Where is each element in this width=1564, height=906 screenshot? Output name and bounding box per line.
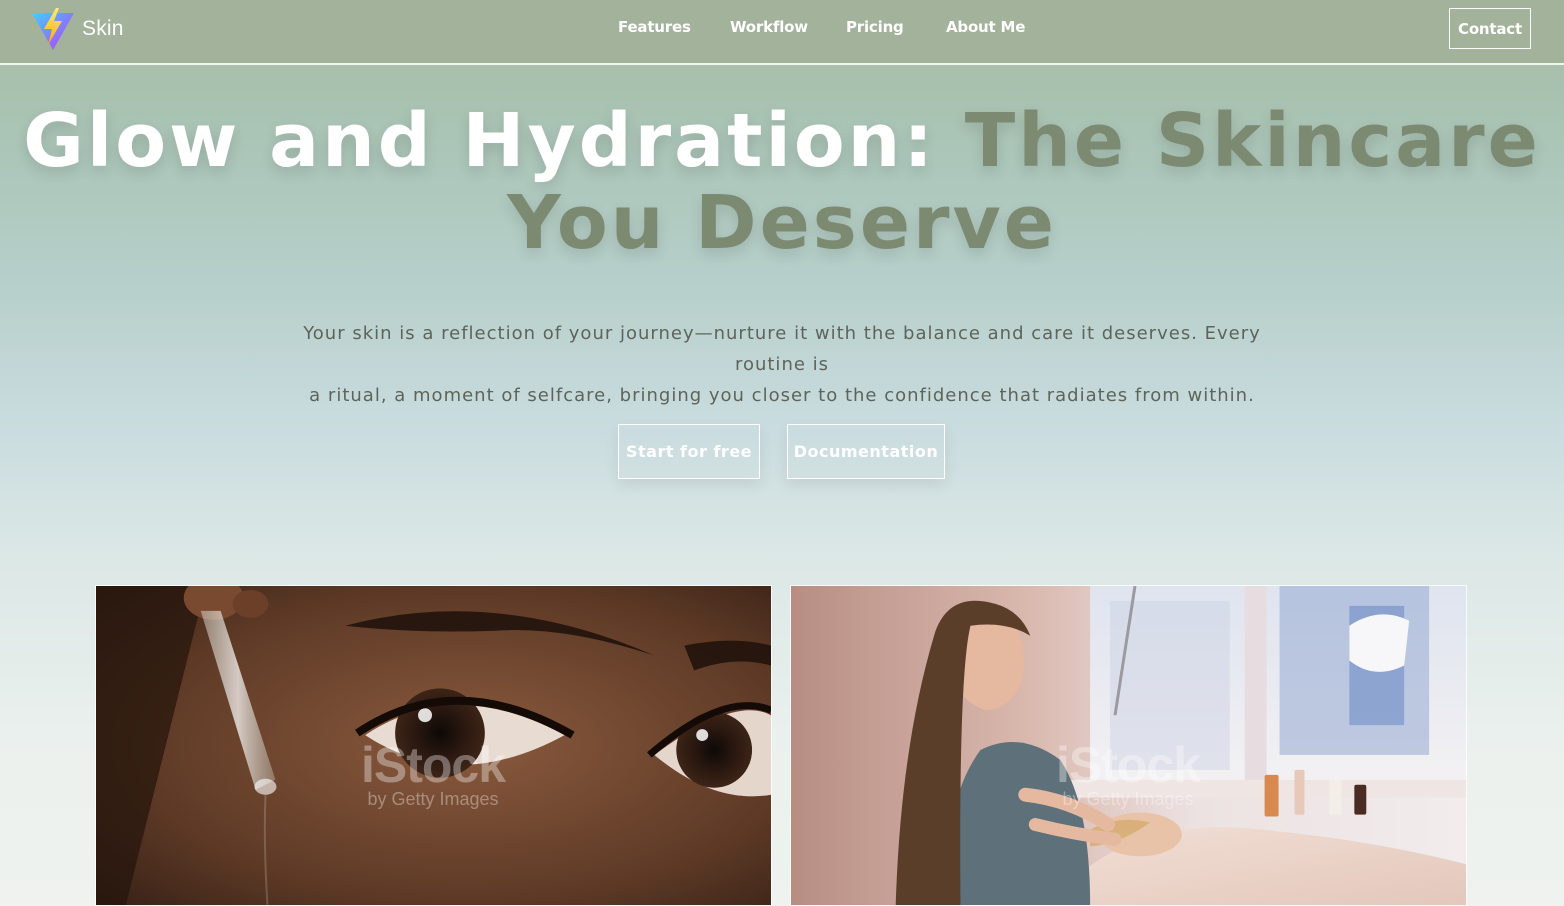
top-navbar: Skin Features Workflow Pricing About Me … (0, 0, 1564, 65)
hero-subtitle: Your skin is a reflection of your journe… (282, 318, 1282, 411)
documentation-button[interactable]: Documentation (787, 424, 945, 479)
nav-link-about-me[interactable]: About Me (946, 18, 1025, 36)
hero-title: Glow and Hydration: The Skincare You Des… (0, 100, 1564, 264)
nav-link-workflow[interactable]: Workflow (730, 18, 808, 36)
nav-link-features[interactable]: Features (618, 18, 691, 36)
start-for-free-button[interactable]: Start for free (618, 424, 760, 479)
hero-title-part1: Glow and Hydration: (23, 98, 965, 184)
contact-button[interactable]: Contact (1449, 8, 1531, 49)
video-eye-dropper[interactable]: iStock by Getty Images (95, 585, 772, 906)
facial-treatment-image (791, 586, 1466, 905)
eye-closeup-image (96, 586, 771, 905)
video-facial-treatment[interactable]: iStock by Getty Images (790, 585, 1467, 906)
hero-subtitle-line1: Your skin is a reflection of your journe… (303, 323, 1261, 375)
nav-link-pricing[interactable]: Pricing (846, 18, 904, 36)
hero-subtitle-line2: a ritual, a moment of selfcare, bringing… (309, 385, 1255, 406)
main-menu: Features Workflow Pricing About Me (0, 0, 1564, 56)
